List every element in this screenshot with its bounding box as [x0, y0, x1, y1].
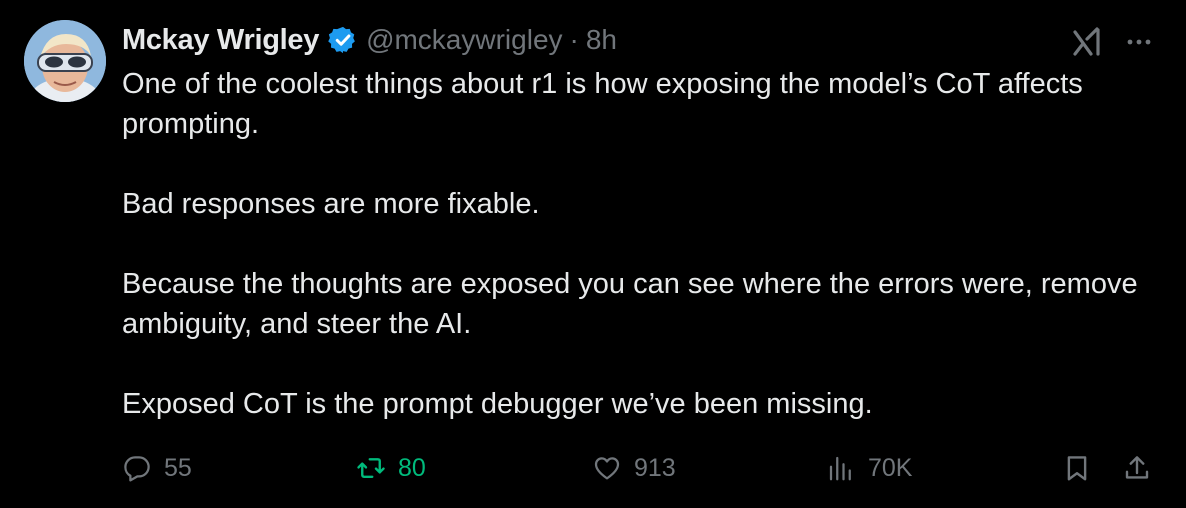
- action-bar: 55 80 913 70K: [122, 448, 1162, 488]
- repost-icon: [356, 453, 386, 483]
- reply-button[interactable]: 55: [122, 448, 192, 488]
- tweet-paragraph: One of the coolest things about r1 is ho…: [122, 68, 1083, 140]
- share-icon: [1122, 453, 1152, 483]
- bookmark-icon: [1062, 453, 1092, 483]
- tweet-paragraph: Exposed CoT is the prompt debugger we’ve…: [122, 388, 873, 420]
- tweet-paragraph: Bad responses are more fixable.: [122, 188, 540, 220]
- heart-icon: [592, 453, 622, 483]
- tweet-card[interactable]: Mckay Wrigley @mckaywrigley · 8h One of …: [0, 0, 1186, 508]
- top-actions: [1070, 24, 1154, 60]
- post-time[interactable]: 8h: [586, 24, 617, 56]
- views-button[interactable]: 70K: [826, 448, 912, 488]
- bookmark-button[interactable]: [1062, 448, 1092, 488]
- repost-count: 80: [398, 453, 426, 482]
- views-icon: [826, 453, 856, 483]
- author-handle[interactable]: @mckaywrigley: [366, 24, 562, 56]
- more-icon[interactable]: [1106, 27, 1154, 57]
- like-button[interactable]: 913: [592, 448, 676, 488]
- tweet-header: Mckay Wrigley @mckaywrigley · 8h: [122, 22, 617, 58]
- grok-icon[interactable]: [1070, 24, 1106, 60]
- reply-icon: [122, 453, 152, 483]
- tweet-paragraph: Because the thoughts are exposed you can…: [122, 268, 1138, 340]
- tweet-text: One of the coolest things about r1 is ho…: [122, 64, 1162, 424]
- separator-dot: ·: [569, 24, 579, 55]
- share-button[interactable]: [1122, 448, 1152, 488]
- verified-badge-icon[interactable]: [328, 25, 358, 55]
- reply-count: 55: [164, 453, 192, 482]
- author-name[interactable]: Mckay Wrigley: [122, 24, 319, 57]
- like-count: 913: [634, 453, 676, 482]
- repost-button[interactable]: 80: [356, 448, 426, 488]
- avatar[interactable]: [24, 20, 106, 102]
- views-count: 70K: [868, 453, 913, 482]
